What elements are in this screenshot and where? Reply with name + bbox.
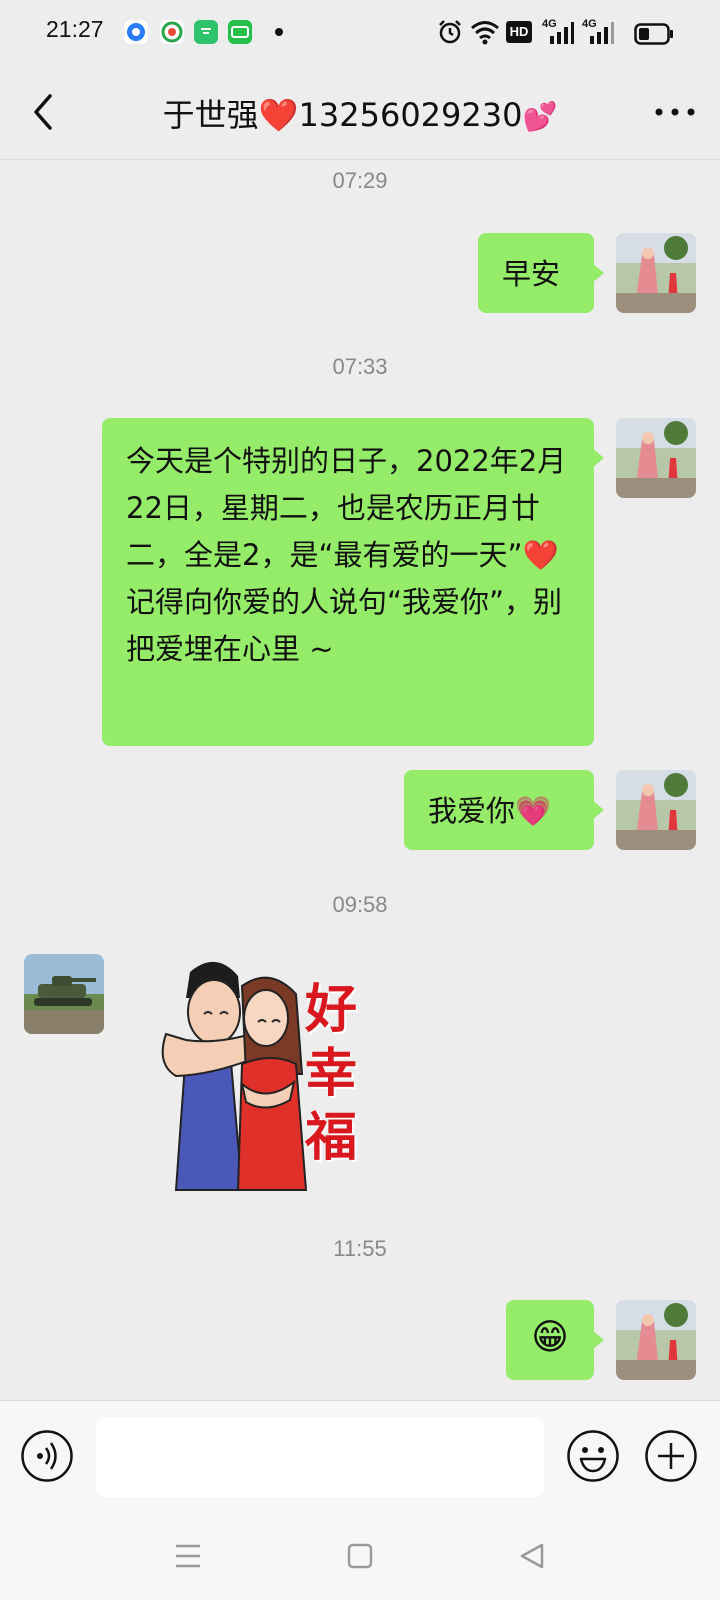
signal-4g-icon: 4G [582, 18, 614, 46]
message-text: 早安 [502, 257, 561, 291]
pink-heart-emoji-icon: 💗 [515, 794, 552, 828]
two-hearts-emoji-icon: 💕 [522, 100, 558, 133]
sticker-image[interactable]: 好 幸 福 [146, 954, 376, 1194]
message-bubble-sent[interactable]: 我爱你💗 [404, 770, 604, 850]
message-input[interactable] [96, 1417, 544, 1497]
input-bar [0, 1400, 720, 1510]
browser-app-icon [160, 20, 184, 44]
message-text: 今天是个特别的日子，2022年2月22日，星期二，也是农历正月廿二，全是2，是“… [126, 444, 567, 572]
chat-title: 于世强❤️13256029230💕 [90, 90, 630, 136]
my-avatar[interactable] [616, 418, 696, 498]
iqiyi-app-icon [228, 20, 252, 44]
system-nav-bar [0, 1510, 720, 1600]
message-text: 我爱你 [428, 794, 516, 828]
alarm-icon [439, 20, 461, 44]
voice-icon[interactable] [20, 1429, 74, 1483]
contact-phone: 13256029230 [298, 96, 523, 134]
battery-icon [634, 23, 673, 45]
signal-4g-icon: 4G [542, 18, 574, 46]
chevron-left-icon[interactable] [24, 88, 64, 136]
green-app-icon [194, 20, 218, 44]
plus-icon[interactable] [644, 1429, 698, 1483]
chat-header: 于世强❤️13256029230💕 [0, 64, 720, 160]
contact-avatar[interactable] [24, 954, 104, 1034]
sticker-caption: 好 幸 福 [304, 979, 357, 1168]
back-triangle-icon[interactable] [512, 1536, 552, 1576]
more-notifications-dot [275, 28, 283, 36]
message-text: 记得向你爱的人说句“我爱你”，别把爱埋在心里 ~ [126, 585, 563, 666]
my-avatar[interactable] [616, 770, 696, 850]
menu-icon[interactable] [168, 1536, 208, 1576]
message-bubble-sent[interactable]: 今天是个特别的日子，2022年2月22日，星期二，也是农历正月廿二，全是2，是“… [102, 418, 604, 746]
message-bubble-sent[interactable]: 😁 [506, 1300, 604, 1380]
heart-emoji-icon: ❤️ [522, 538, 559, 572]
hd-icon: HD [506, 21, 532, 43]
timestamp: 11:55 [333, 1236, 387, 1261]
status-time: 21:27 [46, 16, 104, 42]
my-avatar[interactable] [616, 233, 696, 313]
contact-name: 于世强 [162, 96, 259, 134]
home-square-icon[interactable] [340, 1536, 380, 1576]
my-avatar[interactable] [616, 1300, 696, 1380]
timestamp: 09:58 [332, 892, 388, 917]
emoji-icon[interactable] [566, 1429, 620, 1483]
message-bubble-sent[interactable]: 早安 [478, 233, 604, 313]
timestamp: 07:33 [332, 354, 388, 379]
wifi-icon [471, 21, 499, 45]
app-notification-icon [124, 20, 148, 44]
status-bar: 21:27 HD 4G 4G [0, 0, 720, 64]
heart-emoji-icon: ❤️ [258, 96, 299, 134]
timestamp: 07:29 [332, 168, 388, 193]
grin-emoji-icon: 😁 [531, 1317, 569, 1358]
more-dots-icon[interactable] [652, 100, 698, 124]
